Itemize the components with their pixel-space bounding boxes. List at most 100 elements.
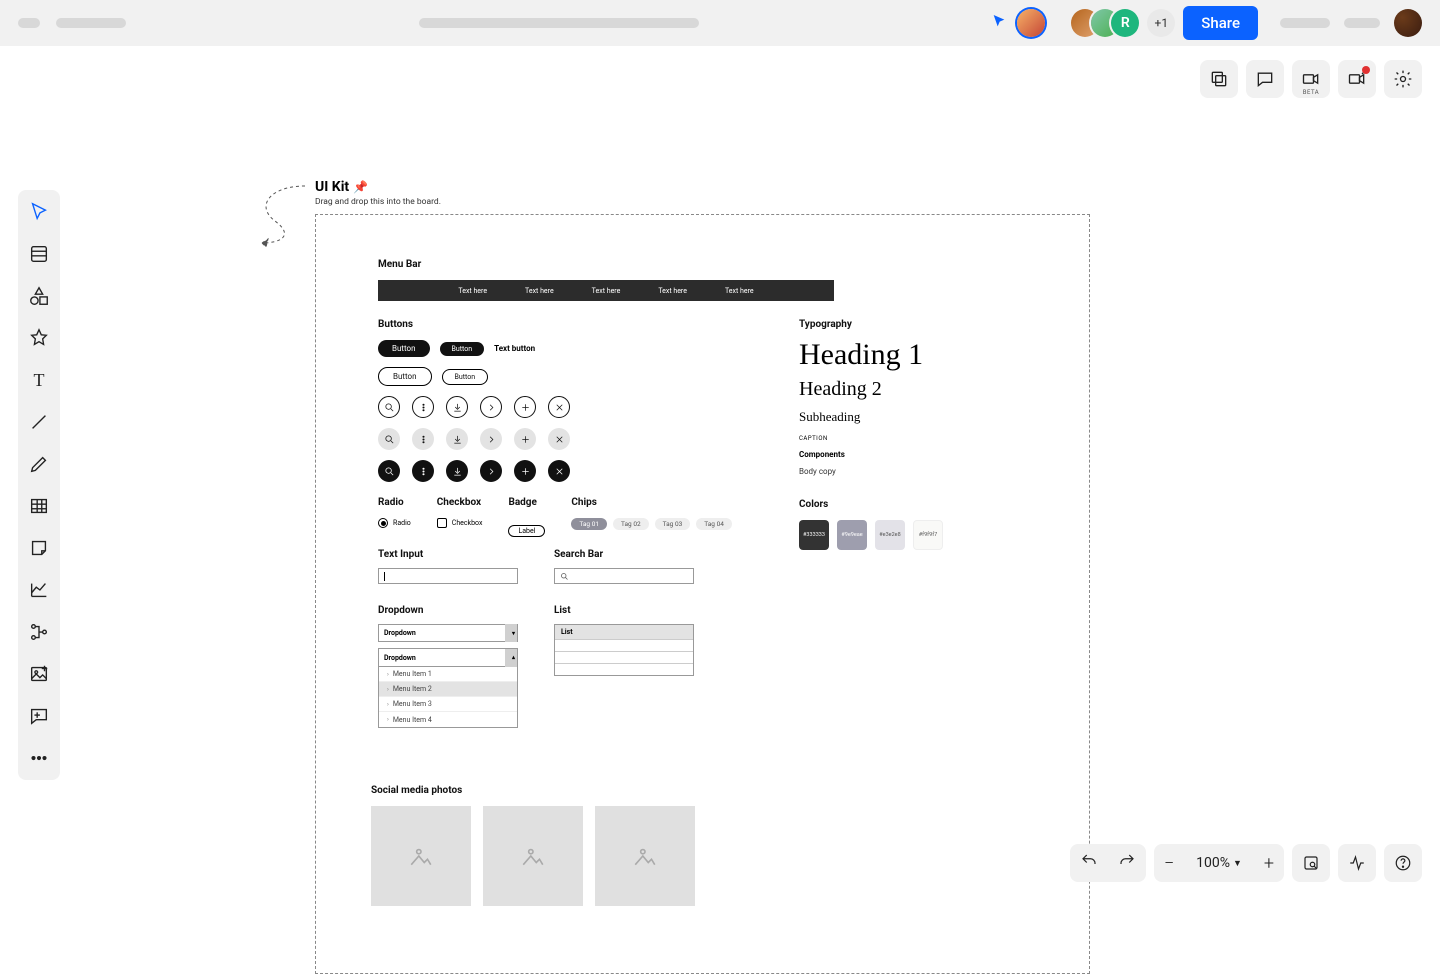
sample-search-input[interactable]: [554, 568, 694, 584]
kit-title-block: UI Kit📌 Drag and drop this into the boar…: [315, 176, 441, 207]
sample-dropdown-closed[interactable]: Dropdown ▾: [378, 624, 518, 642]
label-badge: Badge: [508, 497, 545, 508]
sample-button-solid-sm[interactable]: Button: [440, 342, 485, 356]
list-header: List: [555, 625, 693, 639]
close-icon[interactable]: [548, 460, 570, 482]
list-item[interactable]: [555, 651, 693, 663]
more-vertical-icon[interactable]: [412, 396, 434, 418]
plus-icon[interactable]: [514, 396, 536, 418]
list-item[interactable]: [555, 663, 693, 675]
board-title-placeholder[interactable]: [419, 18, 699, 28]
sample-text-input[interactable]: [378, 568, 518, 584]
kit-frame[interactable]: Menu Bar Text here Text here Text here T…: [315, 214, 1090, 974]
sample-caption: CAPTION: [799, 435, 923, 442]
color-swatch[interactable]: #f9f9f7: [913, 520, 943, 550]
sample-button-outline-lg[interactable]: Button: [378, 367, 432, 386]
menu-item[interactable]: Text here: [458, 287, 487, 295]
help-button[interactable]: [1384, 844, 1422, 882]
more-vertical-icon[interactable]: [412, 428, 434, 450]
tb-tail-1[interactable]: [1280, 18, 1330, 28]
color-swatch[interactable]: #9e9eae: [837, 520, 867, 550]
list-item[interactable]: [555, 639, 693, 651]
menu-placeholder[interactable]: [18, 18, 40, 28]
sample-radio[interactable]: Radio: [378, 518, 411, 528]
chip[interactable]: Tag 01: [571, 518, 607, 530]
canvas[interactable]: UI Kit📌 Drag and drop this into the boar…: [0, 46, 1440, 900]
dropdown-item[interactable]: ›Menu Item 3: [379, 697, 517, 712]
bottom-controls: − 100%▼ +: [1070, 844, 1422, 882]
redo-button[interactable]: [1118, 852, 1136, 874]
label-dropdown: Dropdown: [378, 605, 518, 616]
image-placeholder[interactable]: [595, 806, 695, 906]
presence-avatar-4[interactable]: R: [1111, 9, 1139, 37]
dropdown-item[interactable]: ›Menu Item 4: [379, 712, 517, 727]
section-social-photos: Social media photos: [371, 785, 695, 906]
chip[interactable]: Tag 03: [655, 518, 691, 530]
self-avatar[interactable]: [1394, 9, 1422, 37]
topbar: R +1 Share: [0, 0, 1440, 46]
menu-item[interactable]: Text here: [725, 287, 754, 295]
sample-checkbox[interactable]: Checkbox: [437, 518, 483, 528]
download-icon[interactable]: [446, 428, 468, 450]
section-list: List List: [554, 605, 694, 676]
image-placeholder[interactable]: [483, 806, 583, 906]
dropdown-item[interactable]: ›Menu Item 2: [379, 682, 517, 697]
tb-tail-2[interactable]: [1344, 18, 1380, 28]
download-icon[interactable]: [446, 396, 468, 418]
menu-item[interactable]: Text here: [592, 287, 621, 295]
label-colors: Colors: [799, 499, 943, 510]
search-icon[interactable]: [378, 396, 400, 418]
label-social: Social media photos: [371, 785, 695, 796]
sample-body: Body copy: [799, 467, 923, 476]
zoom-out-button[interactable]: −: [1164, 853, 1174, 874]
image-placeholder[interactable]: [371, 806, 471, 906]
arrow-squiggle-icon: [250, 181, 320, 251]
label-radio: Radio: [378, 497, 411, 508]
search-icon: [560, 572, 569, 581]
share-button[interactable]: Share: [1183, 6, 1258, 40]
icon-button-row-dark: [378, 460, 570, 482]
plus-icon[interactable]: [514, 428, 536, 450]
presence-avatar-1[interactable]: [1017, 9, 1045, 37]
sample-badge[interactable]: Label: [508, 525, 545, 537]
more-users-pill[interactable]: +1: [1147, 9, 1175, 37]
color-swatch[interactable]: #333333: [799, 520, 829, 550]
more-vertical-icon[interactable]: [412, 460, 434, 482]
dropdown-item[interactable]: ›Menu Item 1: [379, 667, 517, 682]
zoom-in-button[interactable]: +: [1264, 853, 1274, 874]
undo-button[interactable]: [1080, 852, 1098, 874]
sample-menu-bar[interactable]: Text here Text here Text here Text here …: [378, 280, 834, 301]
download-icon[interactable]: [446, 460, 468, 482]
search-icon[interactable]: [378, 428, 400, 450]
dropdown-item-label: Menu Item 4: [393, 716, 432, 724]
close-icon[interactable]: [548, 428, 570, 450]
menu-item[interactable]: Text here: [658, 287, 687, 295]
image-icon: [632, 843, 658, 869]
chevron-right-icon[interactable]: [480, 428, 502, 450]
search-icon[interactable]: [378, 460, 400, 482]
chevron-right-icon[interactable]: [480, 460, 502, 482]
sample-button-solid-lg[interactable]: Button: [378, 340, 430, 357]
sample-subheading: Subheading: [799, 409, 923, 425]
icon-button-row-grey: [378, 428, 570, 450]
zoom-level[interactable]: 100%▼: [1196, 855, 1242, 871]
sample-text-button[interactable]: Text button: [494, 344, 535, 353]
menu-item[interactable]: Text here: [525, 287, 554, 295]
sample-list[interactable]: List: [554, 624, 694, 676]
minimap-button[interactable]: [1292, 844, 1330, 882]
color-swatch[interactable]: #e3e2e8: [875, 520, 905, 550]
sample-button-outline-sm[interactable]: Button: [442, 369, 489, 385]
close-icon[interactable]: [548, 396, 570, 418]
sample-dropdown-open[interactable]: Dropdown ▴ ›Menu Item 1 ›Menu Item 2 ›Me…: [378, 648, 518, 728]
kit-title: UI Kit: [315, 179, 349, 195]
plus-icon[interactable]: [514, 460, 536, 482]
chevron-down-icon: ▼: [1233, 858, 1242, 869]
chip[interactable]: Tag 04: [696, 518, 732, 530]
presence-stack[interactable]: R: [1071, 9, 1139, 37]
chip[interactable]: Tag 02: [613, 518, 649, 530]
label-list: List: [554, 605, 694, 616]
image-icon: [408, 843, 434, 869]
activity-button[interactable]: [1338, 844, 1376, 882]
chevron-right-icon[interactable]: [480, 396, 502, 418]
label-buttons: Buttons: [378, 319, 570, 330]
